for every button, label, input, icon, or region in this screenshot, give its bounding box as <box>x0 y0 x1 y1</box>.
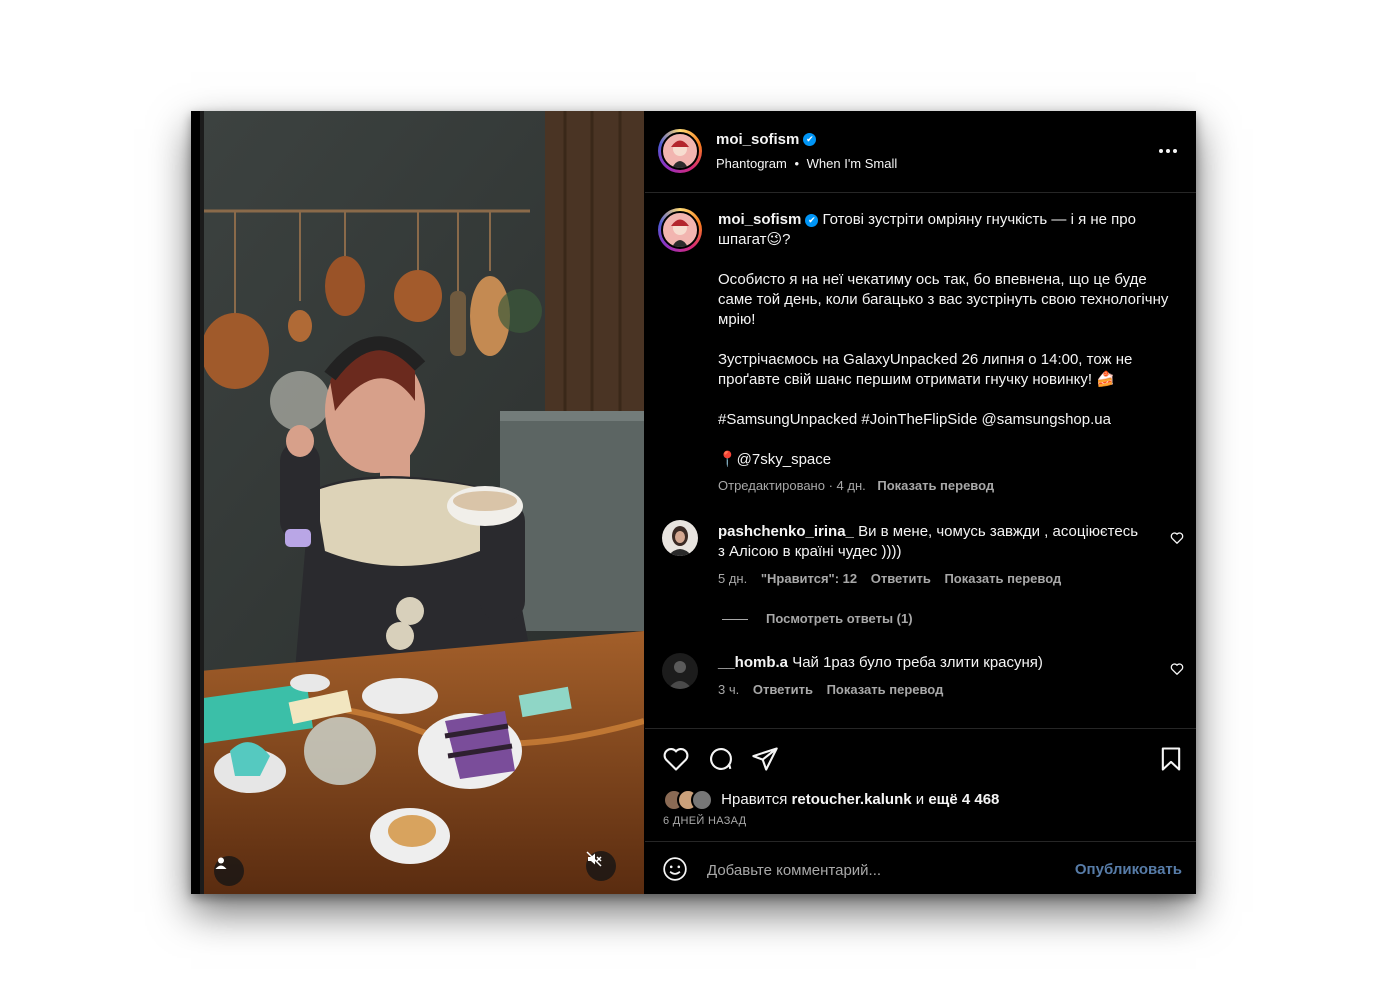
replies-divider <box>722 619 748 621</box>
more-options-button[interactable] <box>1156 141 1180 161</box>
view-replies-label: Посмотреть ответы (1) <box>766 611 913 626</box>
caption-translate-link[interactable]: Показать перевод <box>877 478 994 493</box>
verified-badge-icon: ✔ <box>805 213 819 227</box>
post-details-panel: moi_sofism ✔ Phantogram • When I'm Small … <box>645 111 1196 894</box>
caption: moi_sofism ✔ Готові зустріти омріяну гнуч… <box>718 210 1178 496</box>
publish-button[interactable]: Опубликовать <box>1075 861 1182 878</box>
comment-reply-button[interactable]: Ответить <box>753 682 813 697</box>
comment-time: 5 дн. <box>718 571 748 586</box>
audio-artist-link[interactable]: Phantogram <box>716 156 787 171</box>
audio-track-link[interactable]: When I'm Small <box>807 156 898 171</box>
author-username[interactable]: moi_sofism <box>716 131 799 148</box>
comment-username[interactable]: __homb.a <box>718 654 788 671</box>
comment-translate-link[interactable]: Показать перевод <box>827 682 944 697</box>
post-modal: moi_sofism ✔ Phantogram • When I'm Small … <box>191 111 1196 894</box>
more-horizontal-icon <box>1156 148 1180 165</box>
mute-button[interactable] <box>586 851 616 881</box>
heart-outline-icon <box>1170 663 1184 680</box>
video-frame-illustration <box>200 111 644 894</box>
comment-bubble-icon <box>707 748 735 777</box>
comment-text: Чай 1раз було треба злити красуня) <box>792 654 1043 671</box>
comment-username[interactable]: pashchenko_irina_ <box>718 523 854 540</box>
view-replies-button[interactable]: Посмотреть ответы (1) <box>722 611 913 626</box>
post-actions: Нравится retoucher.kalunk и ещё 4 468 6 … <box>645 728 1196 842</box>
comment-likes-count[interactable]: "Нравится": 12 <box>761 571 857 586</box>
comment-like-button[interactable] <box>1170 662 1184 676</box>
caption-paragraph-3: Зустрічаємось на GalaxyUnpacked 26 липня… <box>718 351 1133 388</box>
caption-location[interactable]: 📍@7sky_space <box>718 450 1178 470</box>
audio-separator: • <box>794 156 800 171</box>
comment-button[interactable] <box>707 745 735 773</box>
comment-like-button[interactable] <box>1170 531 1184 545</box>
comment-time: 3 ч. <box>718 682 740 697</box>
author-avatar[interactable] <box>658 129 702 173</box>
heart-outline-icon <box>1170 532 1184 549</box>
likes-others-link[interactable]: ещё 4 468 <box>928 791 999 808</box>
caption-hashtags[interactable]: #SamsungUnpacked #JoinTheFlipSide @samsu… <box>718 410 1178 430</box>
post-date: 6 ДНЕЙ НАЗАД <box>663 815 747 827</box>
emoji-button[interactable] <box>662 856 688 882</box>
caption-paragraph-2: Особисто я на неї чекатиму ось так, бо в… <box>718 271 1169 328</box>
smiley-icon <box>662 857 688 886</box>
caption-edited-time: Отредактировано · 4 дн. <box>718 478 866 493</box>
comment-item: __homb.a Чай 1раз було треба злити красу… <box>718 653 1148 673</box>
comment-translate-link[interactable]: Показать перевод <box>944 571 1061 586</box>
save-button[interactable] <box>1157 745 1185 773</box>
comment-item: pashchenko_irina_ Ви в мене, чомусь завж… <box>718 522 1148 562</box>
tagged-user-button[interactable] <box>214 856 244 886</box>
like-button[interactable] <box>662 745 690 773</box>
likes-middle: и <box>915 790 925 808</box>
comment-avatar[interactable] <box>662 653 698 689</box>
liker-avatars <box>663 789 713 811</box>
likes-user-link[interactable]: retoucher.kalunk <box>792 791 912 808</box>
caption-author-avatar[interactable] <box>658 208 702 252</box>
share-button[interactable] <box>751 745 779 773</box>
comment-reply-button[interactable]: Ответить <box>871 571 931 586</box>
post-header: moi_sofism ✔ Phantogram • When I'm Small <box>645 111 1196 193</box>
caption-username[interactable]: moi_sofism <box>718 211 801 228</box>
heart-icon <box>662 748 690 777</box>
post-video[interactable] <box>200 111 644 894</box>
comment-avatar[interactable] <box>662 520 698 556</box>
comment-input[interactable] <box>705 856 1049 884</box>
paper-plane-icon <box>751 747 779 777</box>
likes-summary[interactable]: Нравится retoucher.kalunk и ещё 4 468 <box>663 789 999 811</box>
add-comment-bar: Опубликовать <box>645 841 1196 894</box>
likes-prefix: Нравится <box>721 790 788 808</box>
bookmark-icon <box>1157 747 1185 777</box>
verified-badge-icon: ✔ <box>803 133 817 147</box>
